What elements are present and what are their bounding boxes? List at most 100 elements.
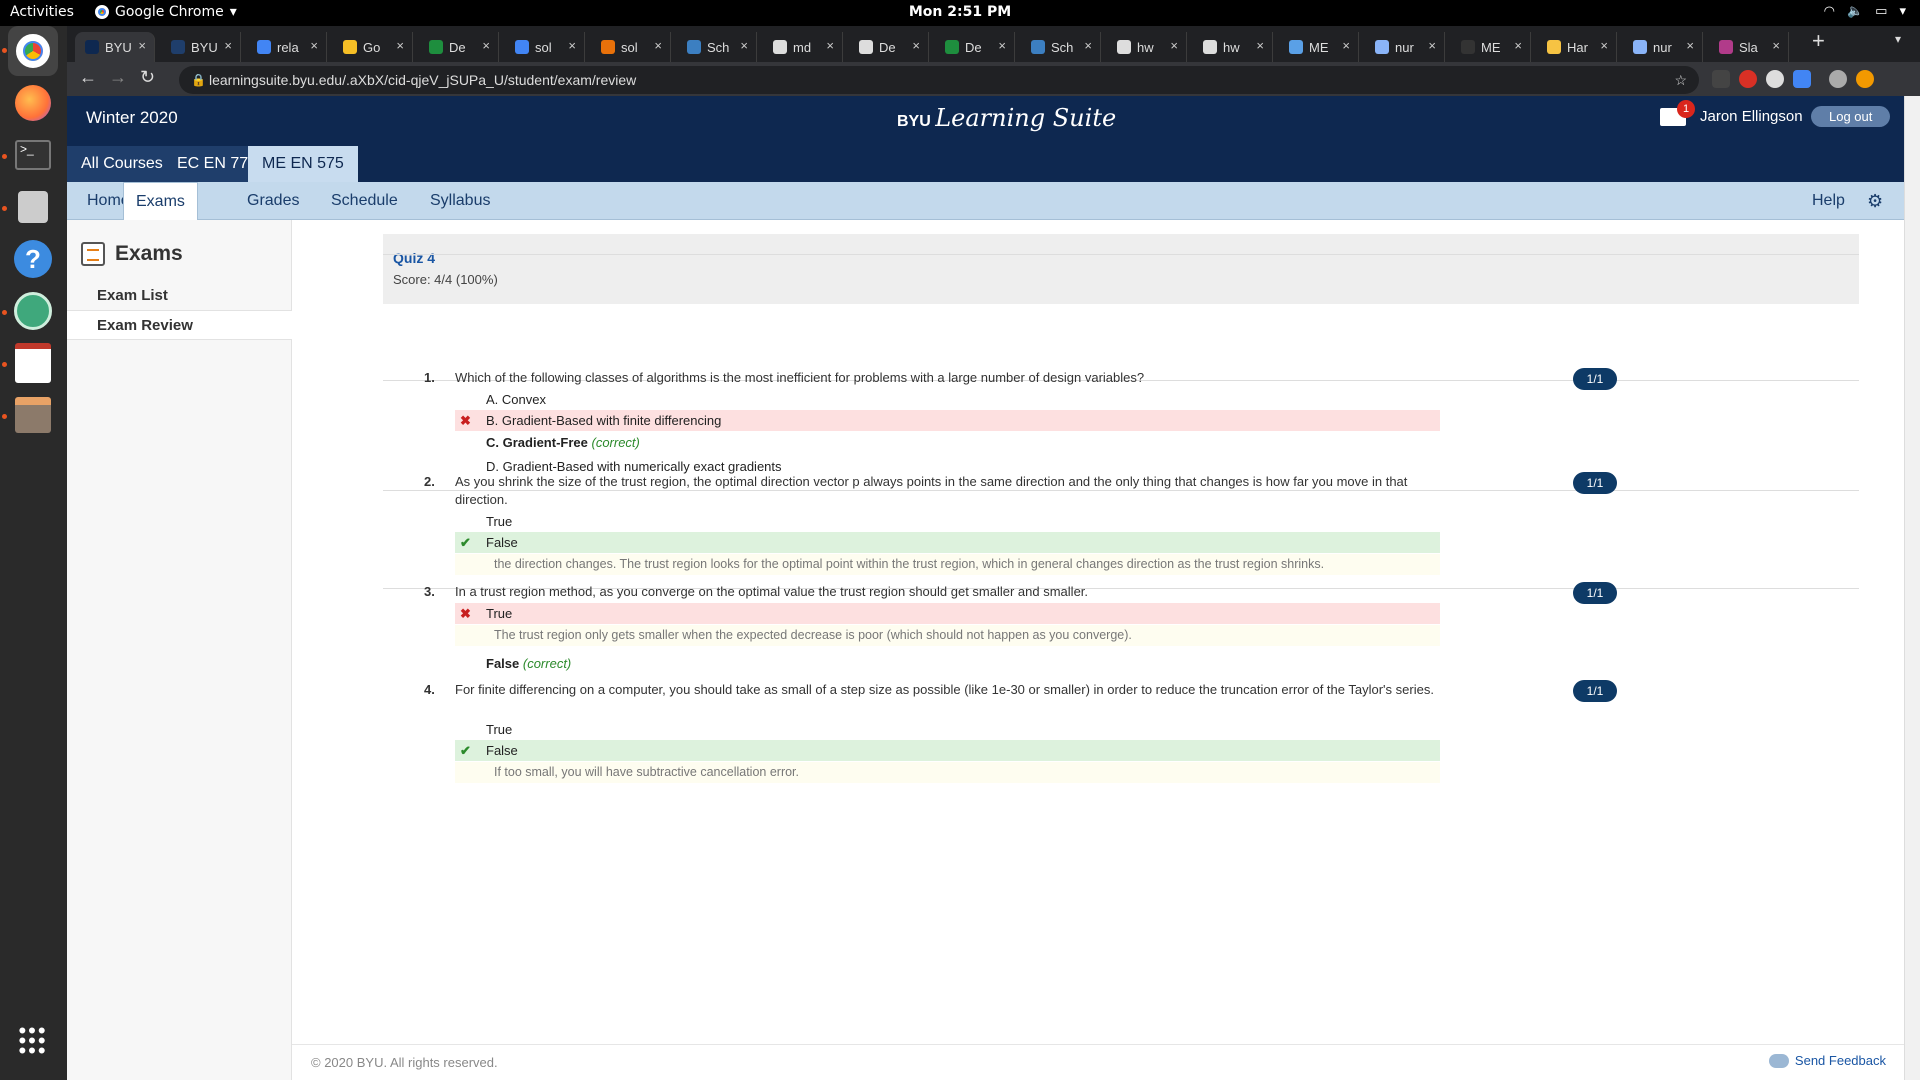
tab-title: nur — [1395, 39, 1414, 55]
browser-tab[interactable]: Har × — [1537, 32, 1617, 62]
close-tab-icon[interactable]: × — [1256, 38, 1264, 53]
browser-tab[interactable]: ME × — [1451, 32, 1531, 62]
close-tab-icon[interactable]: × — [1772, 38, 1780, 53]
sidebar-item-exam-review[interactable]: Exam Review — [67, 310, 292, 340]
nav-syllabus[interactable]: Syllabus — [418, 182, 502, 220]
tab-search-button[interactable]: ▾ — [1895, 32, 1901, 46]
close-tab-icon[interactable]: × — [1514, 38, 1522, 53]
files-launcher[interactable] — [8, 390, 58, 440]
sidebar: Exams Exam List Exam Review — [67, 220, 292, 1080]
close-tab-icon[interactable]: × — [654, 38, 662, 53]
clock[interactable]: Mon 2:51 PM — [909, 4, 1011, 20]
favicon-icon — [515, 40, 529, 54]
document-viewer-launcher[interactable] — [8, 338, 58, 388]
extension-icon[interactable] — [1712, 70, 1730, 88]
close-tab-icon[interactable]: × — [138, 38, 146, 53]
close-tab-icon[interactable]: × — [1170, 38, 1178, 53]
browser-tab[interactable]: md × — [763, 32, 843, 62]
bookmark-star-icon[interactable]: ☆ — [1674, 66, 1687, 94]
close-tab-icon[interactable]: × — [1686, 38, 1694, 53]
back-button[interactable]: ← — [79, 67, 97, 88]
close-tab-icon[interactable]: × — [1600, 38, 1608, 53]
firefox-launcher[interactable] — [8, 78, 58, 128]
close-tab-icon[interactable]: × — [912, 38, 920, 53]
close-tab-icon[interactable]: × — [1428, 38, 1436, 53]
site-logo[interactable]: BYU Learning Suite — [897, 104, 1116, 132]
course-tab[interactable]: ME EN 575 — [248, 146, 358, 182]
activities-button[interactable]: Activities — [10, 4, 74, 20]
nav-help[interactable]: Help — [1800, 182, 1857, 220]
reload-button[interactable]: ↻ — [140, 67, 155, 88]
new-tab-button[interactable]: + — [1812, 28, 1825, 54]
forward-button[interactable]: → — [109, 67, 127, 88]
browser-tab[interactable]: rela × — [247, 32, 327, 62]
show-applications-button[interactable]: ••• ••• ••• — [8, 1016, 58, 1066]
scrollbar[interactable] — [1904, 96, 1920, 1080]
profile-avatar[interactable] — [1829, 70, 1847, 88]
close-tab-icon[interactable]: × — [310, 38, 318, 53]
extension-icon[interactable] — [1766, 70, 1784, 88]
close-tab-icon[interactable]: × — [396, 38, 404, 53]
browser-tab[interactable]: BYU × — [75, 32, 155, 62]
document-viewer-icon — [15, 343, 51, 383]
browser-tab[interactable]: De × — [849, 32, 929, 62]
sidebar-item-exam-list[interactable]: Exam List — [67, 281, 292, 311]
close-tab-icon[interactable]: × — [1342, 38, 1350, 53]
nav-schedule[interactable]: Schedule — [319, 182, 410, 220]
software-launcher[interactable] — [8, 182, 58, 232]
browser-tab[interactable]: Sch × — [1021, 32, 1101, 62]
tab-title: Sla — [1739, 39, 1758, 55]
browser-tab[interactable]: Go × — [333, 32, 413, 62]
close-tab-icon[interactable]: × — [740, 38, 748, 53]
send-feedback-link[interactable]: Send Feedback — [1768, 1053, 1886, 1068]
close-tab-icon[interactable]: × — [224, 38, 232, 53]
extension-icon[interactable] — [1793, 70, 1811, 88]
browser-tab[interactable]: Sch × — [677, 32, 757, 62]
running-indicator — [2, 206, 7, 211]
nav-exams[interactable]: Exams — [123, 182, 198, 221]
update-icon[interactable] — [1856, 70, 1874, 88]
chrome-launcher[interactable] — [8, 26, 58, 76]
tab-title: Sch — [1051, 39, 1074, 55]
chevron-down-icon: ▾ — [229, 4, 237, 20]
chevron-down-icon: ▾ — [1899, 4, 1906, 19]
browser-tab[interactable]: sol × — [591, 32, 671, 62]
close-tab-icon[interactable]: × — [482, 38, 490, 53]
app-menu[interactable]: Google Chrome ▾ — [95, 4, 237, 20]
help-launcher[interactable]: ? — [8, 234, 58, 284]
logout-button[interactable]: Log out — [1811, 106, 1891, 127]
close-tab-icon[interactable]: × — [1084, 38, 1092, 53]
close-tab-icon[interactable]: × — [826, 38, 834, 53]
gear-icon[interactable]: ⚙ — [1867, 191, 1883, 212]
answer-text: A. Convex — [486, 392, 546, 407]
answer-option: True — [455, 719, 1440, 740]
lock-icon: 🔒 — [191, 73, 206, 87]
browser-tab[interactable]: sol × — [505, 32, 585, 62]
tab-title: Go — [363, 39, 381, 55]
answer-option: C. Gradient-Free (correct) — [455, 432, 1440, 453]
terminal-launcher[interactable]: >_ — [8, 130, 58, 180]
close-tab-icon[interactable]: × — [998, 38, 1006, 53]
tab-title: ME — [1481, 39, 1501, 55]
browser-tab[interactable]: ME × — [1279, 32, 1359, 62]
browser-tab[interactable]: BYU × — [161, 32, 241, 62]
close-tab-icon[interactable]: × — [568, 38, 576, 53]
answer-feedback: If too small, you will have subtractive … — [455, 762, 1440, 783]
browser-tab[interactable]: De × — [935, 32, 1015, 62]
browser-tab[interactable]: hw × — [1107, 32, 1187, 62]
extension-icon[interactable] — [1739, 70, 1757, 88]
browser-tab[interactable]: nur × — [1365, 32, 1445, 62]
address-bar[interactable]: 🔒 learningsuite.byu.edu/.aXbX/cid-qjeV_j… — [179, 66, 1699, 94]
running-indicator — [2, 48, 7, 53]
system-tray[interactable]: ◠ 🔈 ▭ ▾ — [1824, 4, 1906, 19]
browser-tab[interactable]: Sla × — [1709, 32, 1789, 62]
browser-tab[interactable]: nur × — [1623, 32, 1703, 62]
atom-launcher[interactable] — [8, 286, 58, 336]
points-badge: 1/1 — [1573, 680, 1617, 702]
course-nav: Home Exams Grades Schedule Syllabus Help… — [67, 182, 1904, 221]
tab-title: De — [879, 39, 896, 55]
browser-tab[interactable]: hw × — [1193, 32, 1273, 62]
course-tab[interactable]: All Courses — [67, 146, 177, 182]
browser-tab[interactable]: De × — [419, 32, 499, 62]
nav-grades[interactable]: Grades — [235, 182, 311, 220]
